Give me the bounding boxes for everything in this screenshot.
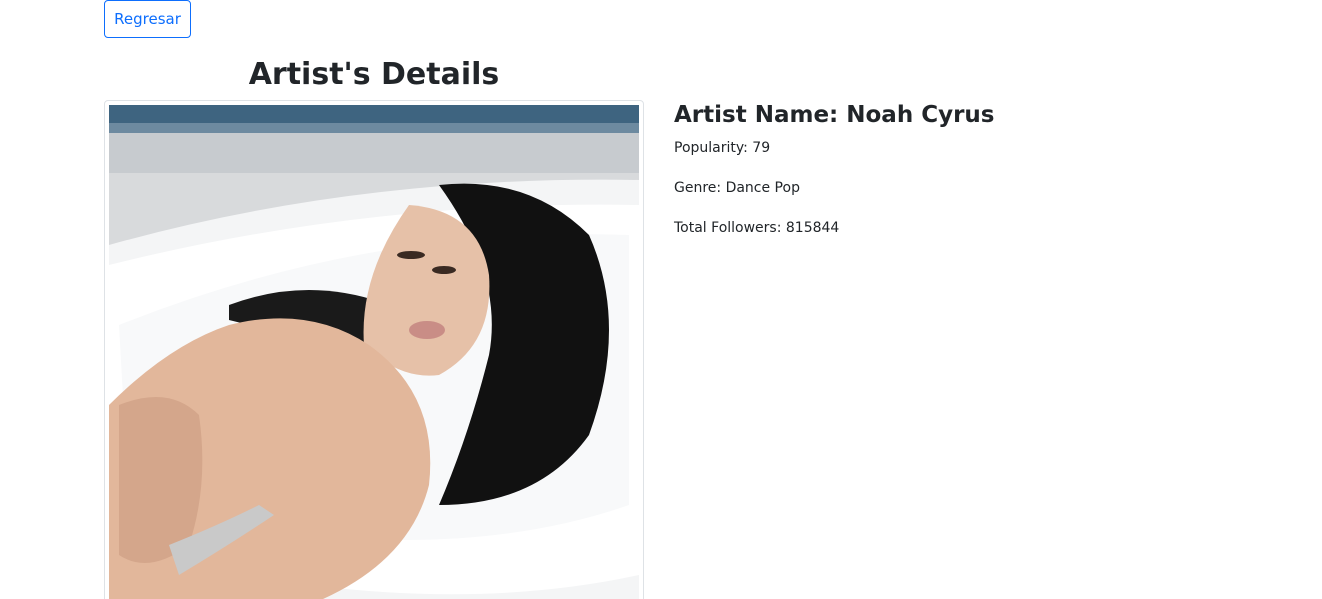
back-button[interactable]: Regresar xyxy=(104,0,191,38)
artist-details-page: Regresar Artist's Details Artist Name: N… xyxy=(0,0,1322,599)
page-title: Artist's Details xyxy=(248,57,500,92)
popularity-text: Popularity: 79 xyxy=(674,140,771,156)
genre-text: Genre: Dance Pop xyxy=(674,180,800,196)
artist-name: Artist Name: Noah Cyrus xyxy=(674,102,995,128)
artist-photo xyxy=(109,105,639,599)
artist-info: Artist Name: Noah Cyrus Popularity: 79 G… xyxy=(674,98,994,238)
artist-image-card xyxy=(104,100,644,599)
followers-text: Total Followers: 815844 xyxy=(674,220,840,236)
